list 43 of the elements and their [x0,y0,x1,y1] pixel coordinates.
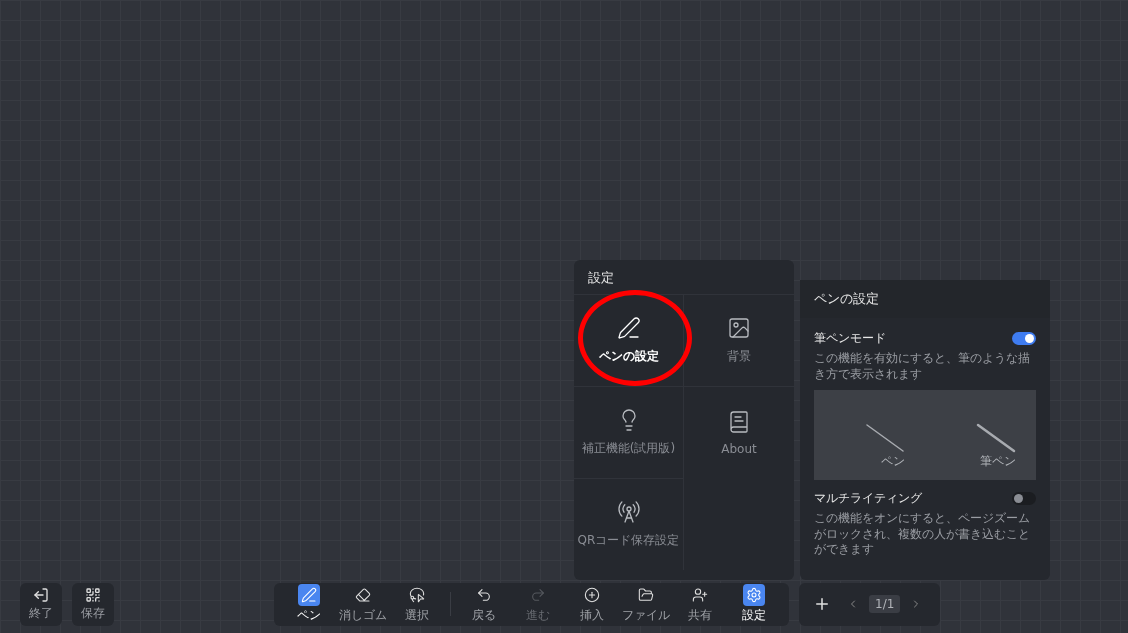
tool-button[interactable]: 戻る [457,582,511,626]
stroke-drawing [864,423,905,454]
menu-item[interactable]: About [684,386,794,478]
plus-circle-icon [584,587,600,603]
picture-icon [727,316,751,340]
lasso-icon [409,587,425,603]
eraser-icon [355,587,371,603]
stroke-drawing [975,423,1016,454]
tool-button[interactable]: 選択 [390,582,444,626]
document-icon [727,409,751,434]
grid-icon [85,586,101,603]
add-user-icon [692,587,708,603]
menu-item[interactable]: 背景 [684,294,794,386]
toggle-switch[interactable] [1012,332,1036,345]
tool-button[interactable]: ファイル [619,582,673,626]
page-number: 1/1 [869,595,901,613]
tool-button[interactable]: 共有 [673,582,727,626]
tool-button[interactable]: 設定 [727,582,781,626]
tool-button[interactable]: 消しゴム [336,582,390,626]
pen-icon [301,587,317,603]
redo-icon [530,587,546,603]
stroke-label: ペン [880,453,905,471]
tower-icon [616,500,641,524]
option-label: 筆ペンモード [814,330,886,347]
menu-title: 設定 [587,269,615,287]
pen-icon [616,316,641,340]
side-button[interactable]: 終了 [20,582,62,626]
exit-icon [33,586,49,603]
settings-icon [746,587,762,603]
tool-button[interactable]: ペン [282,582,336,626]
toggle-switch[interactable] [1012,492,1036,506]
tool-button[interactable]: 挿入 [565,582,619,626]
plus-icon [813,595,831,613]
menu-item[interactable]: QRコード保存設定 [574,478,684,570]
option-label: マルチライティング [814,490,922,508]
side-button[interactable]: 保存 [72,582,114,626]
option-description: この機能をオンにすると、ページズームがロックされ、複数の人が書き込むことができます [814,511,1031,558]
stroke-label: 筆ペン [979,453,1016,471]
folder-icon [638,587,654,603]
menu-item[interactable]: ペンの設定 [574,294,684,386]
option-description: この機能を有効にすると、筆のような描き方で表示されます [814,351,1031,383]
undo-icon [476,587,492,603]
menu-item[interactable]: 補正機能(試用版) [574,386,684,478]
